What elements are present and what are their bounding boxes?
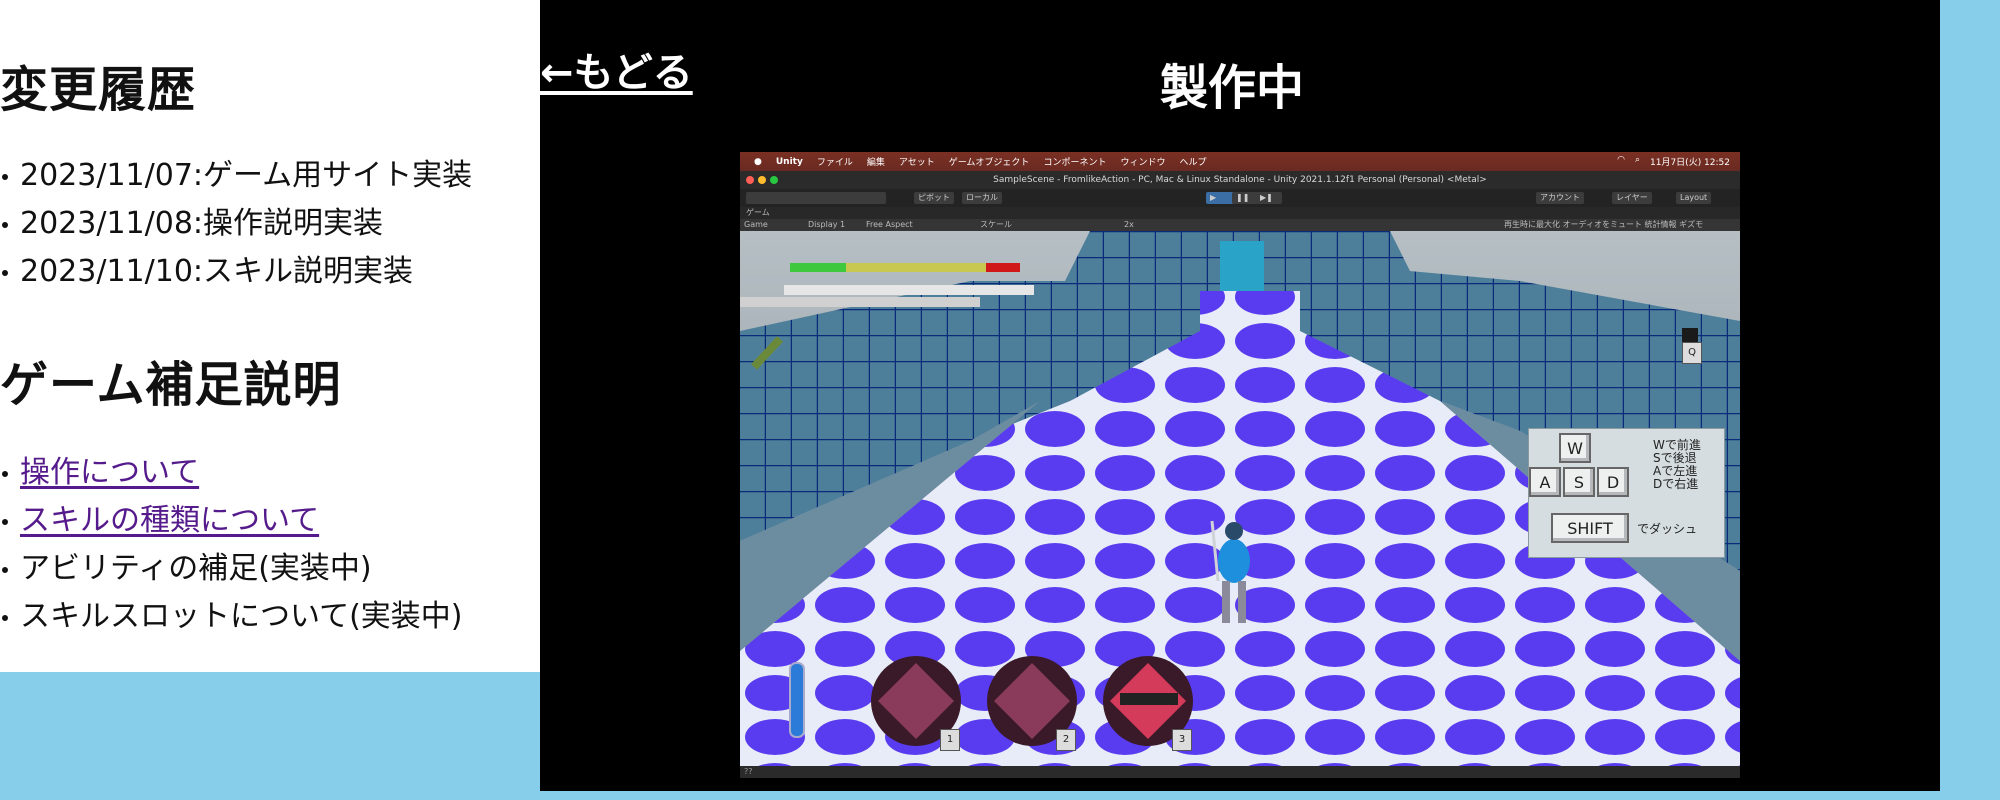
menu-item: ヘルプ <box>1179 158 1207 168</box>
menu-item: ゲームオブジェクト <box>948 158 1030 168</box>
q-key-badge: Q <box>1682 342 1702 364</box>
window-title: SampleScene - FromlikeAction - PC, Mac &… <box>993 175 1487 185</box>
game-tab: ゲーム <box>740 207 1740 219</box>
menu-item: 編集 <box>866 158 885 168</box>
window-titlebar: SampleScene - FromlikeAction - PC, Mac &… <box>740 171 1740 189</box>
skill-slot-number: 1 <box>940 729 960 751</box>
menu-item: コンポーネント <box>1043 158 1107 168</box>
layers-dropdown: レイヤー <box>1612 192 1652 204</box>
key-shift: SHIFT <box>1551 513 1629 543</box>
game-dropdown: Game <box>744 220 768 229</box>
history-item: 2023/11/08:操作説明実装 <box>0 200 472 248</box>
hp-bar-green <box>790 263 846 272</box>
game-view-options: 再生時に最大化 オーディオをミュート 統計情報 ギズモ <box>1504 220 1704 229</box>
menubar-status: ◠ ⌕ 11月7日(火) 12:52 <box>1617 155 1730 168</box>
mana-bar <box>740 297 980 307</box>
history-heading: 変更履歴 <box>0 62 197 118</box>
vial-icon <box>789 662 805 738</box>
help-line-d: Dで右進 <box>1653 477 1699 491</box>
supplement-heading: ゲーム補足説明 <box>0 357 342 413</box>
status-text: ?? <box>744 767 753 776</box>
minimize-dot-icon <box>758 176 766 184</box>
list-item: スキルスロットについて(実装中) <box>0 593 463 641</box>
history-item: 2023/11/07:ゲーム用サイト実装 <box>0 152 472 200</box>
page-title: 製作中 <box>1160 60 1305 116</box>
menu-item: ファイル <box>816 158 853 168</box>
wifi-icon: ◠ <box>1617 155 1625 165</box>
menu-item: ウィンドウ <box>1120 158 1166 168</box>
list-item: スキルの種類について <box>0 497 463 545</box>
game-view-bar: Game Display 1 Free Aspect スケール 2x 再生時に最… <box>740 219 1740 231</box>
link-controls[interactable]: 操作について <box>20 455 199 490</box>
transform-tools <box>746 192 886 204</box>
menu-item: アセット <box>898 158 935 168</box>
list-item: 操作について <box>0 449 463 497</box>
close-dot-icon <box>746 176 754 184</box>
game-screenshot: ● Unity ファイル 編集 アセット ゲームオブジェクト コンポーネント ウ… <box>740 152 1740 778</box>
layout-dropdown: Layout <box>1676 192 1712 204</box>
history-list: 2023/11/07:ゲーム用サイト実装 2023/11/08:操作説明実装 2… <box>0 152 472 296</box>
supplement-list: 操作について スキルの種類について アビリティの補足(実装中) スキルスロットに… <box>0 449 463 641</box>
skill-slot-number: 3 <box>1172 729 1192 751</box>
display-dropdown: Display 1 <box>808 220 846 229</box>
key-d: D <box>1597 467 1629 497</box>
scale-value: 2x <box>1124 220 1134 229</box>
apple-icon: ● <box>754 156 762 167</box>
play-icon: ▶ <box>1206 192 1234 204</box>
history-item: 2023/11/10:スキル説明実装 <box>0 248 472 296</box>
controls-help-panel: W A S D Wで前進 Sで後退 Aで左進 Dで右進 SHIFT でダッシュ <box>1528 428 1725 558</box>
back-link[interactable]: ←もどる <box>540 40 693 98</box>
pivot-toggle: ピボット <box>914 192 954 204</box>
account-dropdown: アカウント <box>1536 192 1584 204</box>
link-skill-types[interactable]: スキルの種類について <box>20 503 319 538</box>
key-s: S <box>1563 467 1595 497</box>
clock: 11月7日(火) 12:52 <box>1650 158 1730 168</box>
shift-help-text: でダッシュ <box>1637 522 1698 536</box>
local-toggle: ローカル <box>962 192 1002 204</box>
key-a: A <box>1529 467 1561 497</box>
skill-slot-number: 2 <box>1056 729 1076 751</box>
stamina-bar <box>784 285 1034 295</box>
hp-bar-yellow <box>846 263 986 272</box>
aspect-dropdown: Free Aspect <box>866 220 913 229</box>
sidebar-panel: 変更履歴 2023/11/07:ゲーム用サイト実装 2023/11/08:操作説… <box>0 0 540 672</box>
search-icon: ⌕ <box>1634 155 1640 165</box>
list-item: アビリティの補足(実装中) <box>0 545 463 593</box>
unity-toolbar: ピボット ローカル ▶ ❚❚ ▶❚ アカウント レイヤー Layout <box>740 189 1740 207</box>
key-w: W <box>1559 433 1591 463</box>
scale-label: スケール <box>980 220 1012 229</box>
menu-item: Unity <box>775 156 803 167</box>
unity-statusbar: ?? <box>740 766 1740 778</box>
pause-icon: ❚❚ <box>1232 192 1258 204</box>
step-icon: ▶❚ <box>1256 192 1282 204</box>
mac-menubar: ● Unity ファイル 編集 アセット ゲームオブジェクト コンポーネント ウ… <box>740 152 1740 171</box>
zoom-dot-icon <box>770 176 778 184</box>
